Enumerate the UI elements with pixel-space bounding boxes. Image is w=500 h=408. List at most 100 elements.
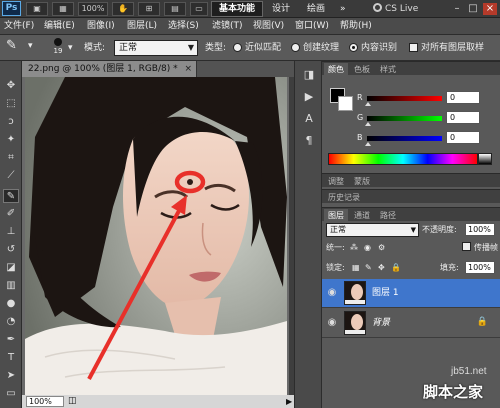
radio-content-aware[interactable] bbox=[349, 43, 358, 52]
actions-panel-icon[interactable]: ▶ bbox=[301, 89, 317, 105]
view-extras-button[interactable]: ⊞ bbox=[138, 2, 160, 16]
status-menu-icon[interactable]: ◫ bbox=[68, 395, 77, 408]
lock-pixels-icon[interactable]: ✎ bbox=[365, 263, 372, 273]
spot-healing-brush-tool-icon[interactable]: ✎ bbox=[3, 189, 19, 203]
sample-all-layers-checkbox[interactable] bbox=[409, 43, 418, 52]
eye-icon[interactable]: ◉ bbox=[326, 287, 338, 299]
preset-dropdown-icon[interactable]: ▾ bbox=[28, 40, 33, 52]
dodge-tool-icon[interactable]: ◔ bbox=[3, 315, 19, 329]
lock-position-icon[interactable]: ✥ bbox=[378, 263, 385, 273]
green-slider-thumb[interactable] bbox=[365, 122, 371, 126]
eye-icon[interactable]: ◉ bbox=[326, 317, 338, 329]
hand-tool-button[interactable]: ✋ bbox=[112, 2, 134, 16]
canvas-area[interactable] bbox=[22, 77, 294, 395]
clone-stamp-tool-icon[interactable]: ⊥ bbox=[3, 225, 19, 239]
menu-help[interactable]: 帮助(H) bbox=[340, 20, 372, 33]
workspace-essentials-button[interactable]: 基本功能 bbox=[211, 1, 263, 17]
brush-dropdown-icon[interactable]: ▾ bbox=[68, 42, 73, 54]
lasso-tool-icon[interactable]: ↄ bbox=[3, 115, 19, 129]
menu-edit[interactable]: 编辑(E) bbox=[44, 20, 75, 33]
layer-row-background[interactable]: ◉ 背景 🔒 bbox=[322, 309, 500, 338]
document-tab[interactable]: 22.png @ 100% (图层 1, RGB/8) * × bbox=[22, 61, 197, 77]
lock-all-icon[interactable]: 🔒 bbox=[391, 263, 401, 273]
blur-tool-icon[interactable]: ● bbox=[3, 297, 19, 311]
zoom-input[interactable]: 100% bbox=[26, 396, 64, 407]
history-panel-icon[interactable]: ◨ bbox=[301, 67, 317, 83]
bridge-button[interactable]: ▣ bbox=[26, 2, 48, 16]
blend-mode-select[interactable]: 正常 ▼ bbox=[326, 223, 419, 237]
paragraph-panel-icon[interactable]: ¶ bbox=[301, 133, 317, 149]
character-panel-icon[interactable]: A bbox=[301, 111, 317, 127]
mini-bridge-button[interactable]: ▦ bbox=[52, 2, 74, 16]
workspace-painting-button[interactable]: 绘画 bbox=[307, 3, 325, 15]
tab-adjustments[interactable]: 调整 bbox=[324, 175, 348, 188]
blue-value-input[interactable]: 0 bbox=[446, 131, 480, 144]
menu-select[interactable]: 选择(S) bbox=[168, 20, 199, 33]
menu-image[interactable]: 图像(I) bbox=[87, 20, 115, 33]
tab-paths[interactable]: 路径 bbox=[376, 209, 400, 222]
close-icon[interactable]: × bbox=[184, 61, 192, 77]
cs-live-button[interactable]: CS Live bbox=[373, 2, 437, 16]
tab-swatches[interactable]: 色板 bbox=[350, 63, 374, 76]
arrange-documents-button[interactable]: ▤ bbox=[164, 2, 186, 16]
red-value-input[interactable]: 0 bbox=[446, 91, 480, 104]
crop-tool-icon[interactable]: ⌗ bbox=[3, 151, 19, 165]
spot-healing-brush-icon[interactable]: ✎ bbox=[6, 39, 17, 52]
mode-select[interactable]: 正常 ▼ bbox=[114, 40, 198, 56]
lock-transparency-icon[interactable]: ▦ bbox=[352, 263, 360, 273]
green-value-input[interactable]: 0 bbox=[446, 111, 480, 124]
red-slider-thumb[interactable] bbox=[365, 102, 371, 106]
type-tool-icon[interactable]: T bbox=[3, 351, 19, 365]
menu-layer[interactable]: 图层(L) bbox=[127, 20, 157, 33]
brush-size-picker[interactable]: 19 bbox=[50, 38, 66, 55]
close-button[interactable]: × bbox=[483, 3, 497, 15]
radio-create-texture[interactable] bbox=[291, 43, 300, 52]
opacity-input[interactable]: 100% bbox=[465, 223, 495, 236]
eyedropper-tool-icon[interactable]: ⟋ bbox=[3, 169, 19, 183]
workspace-design-button[interactable]: 设计 bbox=[272, 3, 290, 15]
history-brush-tool-icon[interactable]: ↺ bbox=[3, 243, 19, 257]
minimize-button[interactable]: – bbox=[450, 3, 464, 15]
blue-slider[interactable] bbox=[367, 136, 442, 141]
radio-proximity-match[interactable] bbox=[233, 43, 242, 52]
menu-file[interactable]: 文件(F) bbox=[4, 20, 34, 33]
quick-selection-tool-icon[interactable]: ✦ bbox=[3, 133, 19, 147]
propagate-frame-checkbox[interactable] bbox=[462, 242, 471, 251]
unify-visibility-icon[interactable]: ◉ bbox=[364, 243, 371, 253]
menu-window[interactable]: 窗口(W) bbox=[295, 20, 329, 33]
menu-view[interactable]: 视图(V) bbox=[253, 20, 284, 33]
shape-tool-icon[interactable]: ▭ bbox=[3, 387, 19, 401]
move-tool-icon[interactable]: ✥ bbox=[3, 79, 19, 93]
tab-styles[interactable]: 样式 bbox=[376, 63, 400, 76]
tab-layers[interactable]: 图层 bbox=[324, 209, 348, 222]
tab-channels[interactable]: 通道 bbox=[350, 209, 374, 222]
tab-color[interactable]: 颜色 bbox=[324, 63, 348, 76]
watermark-name: 脚本之家 bbox=[423, 384, 484, 401]
red-slider[interactable] bbox=[367, 96, 442, 101]
menu-filter[interactable]: 滤镜(T) bbox=[212, 20, 243, 33]
fill-input[interactable]: 100% bbox=[465, 261, 495, 274]
marquee-tool-icon[interactable]: ⬚ bbox=[3, 97, 19, 111]
blue-slider-thumb[interactable] bbox=[365, 142, 371, 146]
green-slider[interactable] bbox=[367, 116, 442, 121]
path-selection-tool-icon[interactable]: ➤ bbox=[3, 369, 19, 383]
tab-masks[interactable]: 蒙版 bbox=[350, 175, 374, 188]
scroll-right-icon[interactable]: ▶ bbox=[286, 395, 292, 408]
workspace-more-icon[interactable]: » bbox=[340, 3, 346, 15]
tab-history[interactable]: 历史记录 bbox=[324, 191, 364, 204]
black-white-ramp[interactable] bbox=[478, 153, 492, 165]
eraser-tool-icon[interactable]: ◪ bbox=[3, 261, 19, 275]
screen-mode-button[interactable]: ▭ bbox=[190, 2, 208, 16]
restore-button[interactable]: □ bbox=[466, 3, 480, 15]
background-color-swatch[interactable] bbox=[338, 96, 353, 111]
color-spectrum-bar[interactable] bbox=[328, 153, 478, 165]
unify-style-icon[interactable]: ⚙ bbox=[378, 243, 385, 253]
gradient-tool-icon[interactable]: ▥ bbox=[3, 279, 19, 293]
portrait-photo[interactable] bbox=[25, 77, 287, 395]
mode-value: 正常 bbox=[119, 43, 138, 53]
zoom-level-select[interactable]: 100% bbox=[78, 2, 108, 16]
layer-row-layer-1[interactable]: ◉ 图层 1 bbox=[322, 279, 500, 308]
pen-tool-icon[interactable]: ✒ bbox=[3, 333, 19, 347]
unify-position-icon[interactable]: ⁂ bbox=[350, 243, 358, 253]
brush-tool-icon[interactable]: ✐ bbox=[3, 207, 19, 221]
